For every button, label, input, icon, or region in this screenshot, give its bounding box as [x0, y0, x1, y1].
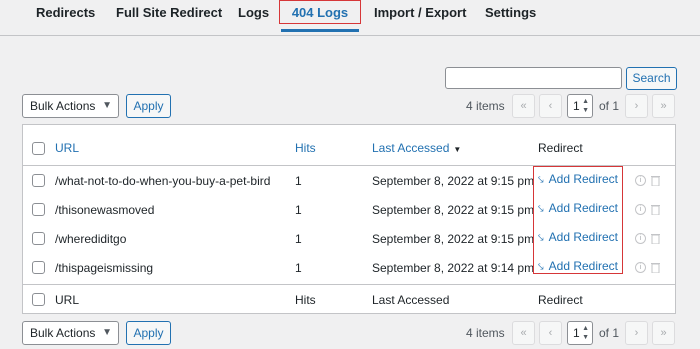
tab-settings[interactable]: Settings [485, 0, 536, 32]
row-last-accessed: September 8, 2022 at 9:14 pm [372, 261, 535, 275]
select-all-checkbox[interactable] [32, 142, 45, 155]
table-row: /thisonewasmoved 1 September 8, 2022 at … [23, 195, 675, 224]
row-url: /thispageismissing [55, 261, 154, 275]
column-redirect: Redirect [538, 141, 583, 155]
trash-icon[interactable] [651, 262, 660, 273]
tab-import-export[interactable]: Import / Export [374, 0, 466, 32]
info-icon[interactable]: i [635, 175, 646, 186]
prev-page-button[interactable]: ‹ [539, 321, 562, 345]
tab-redirects[interactable]: Redirects [36, 0, 95, 32]
trash-icon[interactable] [651, 233, 660, 244]
table-header: URL Hits Last Accessed ▼ Redirect [23, 130, 675, 166]
bulk-actions-label: Bulk Actions [30, 99, 96, 113]
table-footer: URL Hits Last Accessed Redirect [23, 284, 675, 314]
column-hits[interactable]: Hits [295, 141, 316, 155]
total-pages: of 1 [599, 326, 620, 340]
tab-logs[interactable]: Logs [238, 0, 269, 32]
apply-button[interactable]: Apply [126, 94, 171, 118]
toolbar-bottom: Bulk Actions ▼ Apply 4 items « ‹ 1 ▲ ▼ of… [0, 321, 700, 347]
add-redirect-label: Add Redirect [548, 172, 619, 186]
redirect-icon: ⤥ [538, 204, 544, 215]
add-redirect-link[interactable]: ⤥ Add Redirect [538, 172, 618, 186]
select-all-checkbox-footer[interactable] [32, 293, 45, 306]
stepper-icon: ▲ ▼ [582, 98, 589, 114]
toolbar-top: Bulk Actions ▼ Apply 4 items « ‹ 1 ▲ ▼ of… [0, 94, 700, 120]
tab-full-site-redirect[interactable]: Full Site Redirect [116, 0, 222, 32]
row-url: /thisonewasmoved [55, 203, 155, 217]
info-icon[interactable]: i [635, 262, 646, 273]
current-page-input[interactable]: 1 ▲ ▼ [567, 94, 593, 118]
info-icon[interactable]: i [635, 233, 646, 244]
last-page-button[interactable]: » [652, 94, 675, 118]
footer-column-hits: Hits [295, 293, 316, 307]
add-redirect-label: Add Redirect [548, 201, 619, 215]
next-page-button[interactable]: › [625, 321, 648, 345]
redirect-icon: ⤥ [538, 262, 544, 273]
row-hits: 1 [295, 174, 302, 188]
current-page-value: 1 [573, 99, 580, 113]
add-redirect-label: Add Redirect [548, 259, 619, 273]
column-url[interactable]: URL [55, 141, 79, 155]
logs-table: URL Hits Last Accessed ▼ Redirect /what-n… [22, 124, 676, 314]
current-page-input[interactable]: 1 ▲ ▼ [567, 321, 593, 345]
footer-column-redirect: Redirect [538, 293, 583, 307]
row-last-accessed: September 8, 2022 at 9:15 pm [372, 174, 535, 188]
row-checkbox[interactable] [32, 174, 45, 187]
items-count: 4 items [466, 326, 505, 340]
apply-button[interactable]: Apply [126, 321, 171, 345]
redirect-icon: ⤥ [538, 233, 544, 244]
column-last-accessed[interactable]: Last Accessed ▼ [372, 141, 461, 155]
row-url: /what-not-to-do-when-you-buy-a-pet-bird [55, 174, 271, 188]
current-page-value: 1 [573, 326, 580, 340]
add-redirect-link[interactable]: ⤥ Add Redirect [538, 201, 618, 215]
row-hits: 1 [295, 203, 302, 217]
add-redirect-label: Add Redirect [548, 230, 619, 244]
row-last-accessed: September 8, 2022 at 9:15 pm [372, 232, 535, 246]
first-page-button[interactable]: « [512, 321, 535, 345]
row-url: /wherediditgo [55, 232, 127, 246]
table-row: /wherediditgo 1 September 8, 2022 at 9:1… [23, 224, 675, 253]
total-pages: of 1 [599, 99, 620, 113]
nav-tabs: Redirects Full Site Redirect Logs 404 Lo… [0, 0, 700, 36]
prev-page-button[interactable]: ‹ [539, 94, 562, 118]
add-redirect-link[interactable]: ⤥ Add Redirect [538, 230, 618, 244]
footer-column-last-accessed: Last Accessed [372, 293, 450, 307]
trash-icon[interactable] [651, 204, 660, 215]
bulk-actions-select[interactable]: Bulk Actions ▼ [22, 94, 119, 118]
stepper-icon: ▲ ▼ [582, 325, 589, 341]
trash-icon[interactable] [651, 175, 660, 186]
next-page-button[interactable]: › [625, 94, 648, 118]
row-checkbox[interactable] [32, 232, 45, 245]
footer-column-url: URL [55, 293, 80, 307]
row-hits: 1 [295, 232, 302, 246]
tab-404-logs[interactable]: 404 Logs [281, 0, 359, 32]
column-last-accessed-label: Last Accessed [372, 141, 450, 155]
chevron-down-icon: ▼ [102, 100, 112, 111]
info-icon[interactable]: i [635, 204, 646, 215]
add-redirect-link[interactable]: ⤥ Add Redirect [538, 259, 618, 273]
search-button[interactable]: Search [626, 67, 677, 90]
sort-desc-icon: ▼ [453, 145, 462, 154]
bulk-actions-select[interactable]: Bulk Actions ▼ [22, 321, 119, 345]
last-page-button[interactable]: » [652, 321, 675, 345]
items-count: 4 items [466, 99, 505, 113]
first-page-button[interactable]: « [512, 94, 535, 118]
row-hits: 1 [295, 261, 302, 275]
table-row: /what-not-to-do-when-you-buy-a-pet-bird … [23, 166, 675, 195]
bulk-actions-label: Bulk Actions [30, 326, 96, 340]
row-last-accessed: September 8, 2022 at 9:15 pm [372, 203, 535, 217]
table-row: /thispageismissing 1 September 8, 2022 a… [23, 253, 675, 282]
row-checkbox[interactable] [32, 261, 45, 274]
search-input[interactable] [445, 67, 622, 89]
chevron-down-icon: ▼ [102, 327, 112, 338]
row-checkbox[interactable] [32, 203, 45, 216]
redirect-icon: ⤥ [538, 175, 544, 186]
